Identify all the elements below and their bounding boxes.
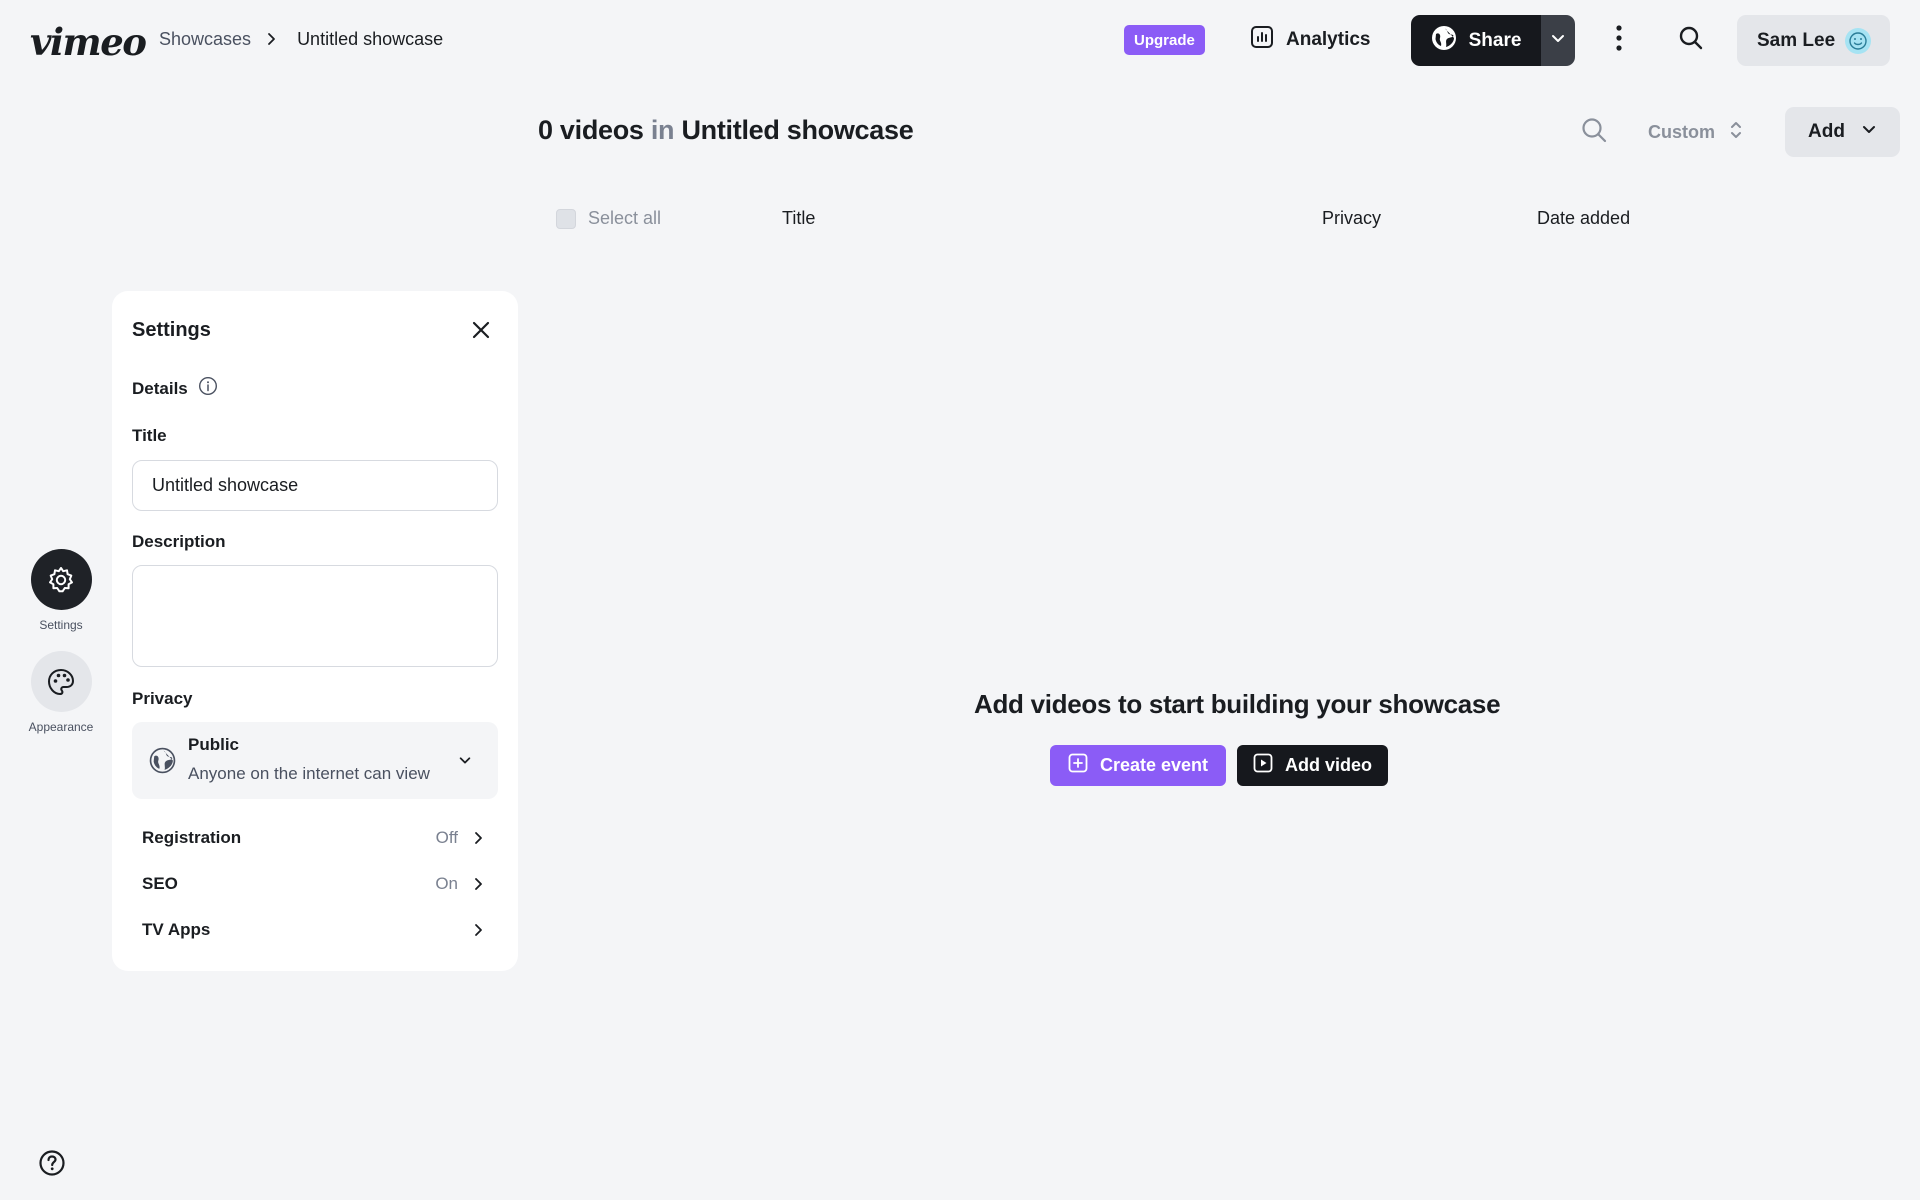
help-icon (38, 1149, 66, 1182)
chevron-right-icon (470, 921, 488, 939)
sort-icon (1729, 119, 1743, 146)
description-input[interactable] (132, 565, 498, 667)
seo-value: On (435, 874, 458, 893)
more-vertical-icon (1616, 24, 1622, 56)
column-header-title[interactable]: Title (782, 208, 815, 229)
tv-apps-label: TV Apps (142, 920, 211, 939)
sort-dropdown[interactable]: Custom (1648, 114, 1743, 150)
share-dropdown-toggle[interactable] (1541, 15, 1575, 66)
video-table-header: Select all Title Privacy Date added (556, 205, 1856, 235)
video-count: 0 videos (538, 115, 644, 145)
help-button[interactable] (37, 1149, 67, 1182)
empty-state-heading: Add videos to start building your showca… (974, 689, 1501, 719)
privacy-select[interactable]: Public Anyone on the internet can view (132, 722, 498, 799)
page-title: 0 videos in Untitled showcase (538, 115, 914, 146)
select-all-checkbox[interactable]: Select all (556, 208, 661, 229)
search-icon (1678, 25, 1704, 56)
create-event-button[interactable]: Create event (1050, 745, 1226, 786)
breadcrumb-current: Untitled showcase (297, 28, 444, 49)
showcase-name: Untitled showcase (681, 115, 914, 145)
column-header-date-added[interactable]: Date added (1537, 208, 1630, 229)
checkbox[interactable] (556, 208, 576, 229)
palette-icon (30, 651, 92, 712)
create-event-label: Create event (1099, 755, 1209, 775)
chevron-down-icon (1550, 30, 1566, 51)
rail-appearance-label: Appearance (28, 720, 94, 734)
chevron-down-icon (455, 750, 475, 770)
details-label: Details (132, 378, 188, 398)
gear-icon (30, 549, 92, 610)
details-section-header: Details (132, 376, 218, 401)
breadcrumb-showcases-link[interactable]: Showcases (159, 29, 251, 50)
user-menu-button[interactable]: Sam Lee (1737, 15, 1890, 66)
top-bar: vimeo Showcases Untitled showcase Upgrad… (0, 0, 1920, 80)
vimeo-logo[interactable]: vimeo (30, 20, 147, 64)
settings-panel-title: Settings (132, 319, 211, 341)
column-header-privacy[interactable]: Privacy (1322, 208, 1381, 229)
add-label: Add (1808, 121, 1845, 142)
settings-panel: Settings Details Title Description Priva… (112, 291, 518, 971)
select-all-label: Select all (588, 208, 662, 228)
chevron-right-icon (470, 829, 488, 847)
title-field-label: Title (132, 426, 167, 445)
title-input[interactable] (132, 460, 498, 511)
chevron-right-icon (470, 875, 488, 893)
chevron-right-icon (261, 28, 283, 50)
chevron-down-icon (1861, 121, 1877, 143)
user-name: Sam Lee (1757, 29, 1836, 51)
share-button[interactable]: Share (1411, 15, 1541, 66)
plus-square-icon (1068, 753, 1088, 778)
description-field-label: Description (132, 532, 226, 551)
search-icon (1580, 116, 1608, 149)
analytics-label: Analytics (1286, 29, 1371, 50)
analytics-button[interactable]: Analytics (1250, 22, 1370, 58)
globe-icon (149, 747, 176, 774)
close-icon (471, 320, 491, 345)
privacy-description: Anyone on the internet can view (188, 764, 430, 783)
sort-label: Custom (1648, 121, 1715, 142)
global-search-button[interactable] (1673, 22, 1709, 58)
privacy-field-label: Privacy (132, 689, 193, 708)
info-icon[interactable] (198, 376, 218, 401)
rail-settings-button[interactable]: Settings (20, 549, 102, 632)
seo-label: SEO (142, 874, 178, 893)
seo-setting-row[interactable]: SEO On (142, 866, 488, 902)
breadcrumb: Showcases Untitled showcase (159, 28, 443, 50)
upgrade-button[interactable]: Upgrade (1124, 25, 1205, 55)
add-button[interactable]: Add (1785, 107, 1900, 157)
play-square-icon (1253, 753, 1273, 778)
analytics-icon (1250, 25, 1274, 55)
close-settings-button[interactable] (464, 315, 498, 349)
share-label: Share (1468, 29, 1522, 51)
registration-value: Off (435, 828, 458, 847)
privacy-selected-value: Public (188, 735, 240, 754)
more-options-button[interactable] (1604, 22, 1634, 58)
registration-setting-row[interactable]: Registration Off (142, 820, 488, 856)
globe-icon (1431, 25, 1457, 57)
rail-settings-label: Settings (39, 618, 83, 632)
share-button-group: Share (1411, 15, 1575, 66)
registration-label: Registration (142, 828, 242, 847)
add-video-button[interactable]: Add video (1237, 745, 1388, 786)
tv-apps-setting-row[interactable]: TV Apps (142, 912, 488, 948)
app-root: vimeo Showcases Untitled showcase Upgrad… (0, 0, 1920, 1200)
rail-appearance-button[interactable]: Appearance (20, 651, 102, 734)
video-search-button[interactable] (1576, 114, 1612, 150)
title-in: in (650, 115, 675, 145)
add-video-label: Add video (1284, 755, 1372, 775)
avatar-smile-icon (1845, 27, 1872, 54)
